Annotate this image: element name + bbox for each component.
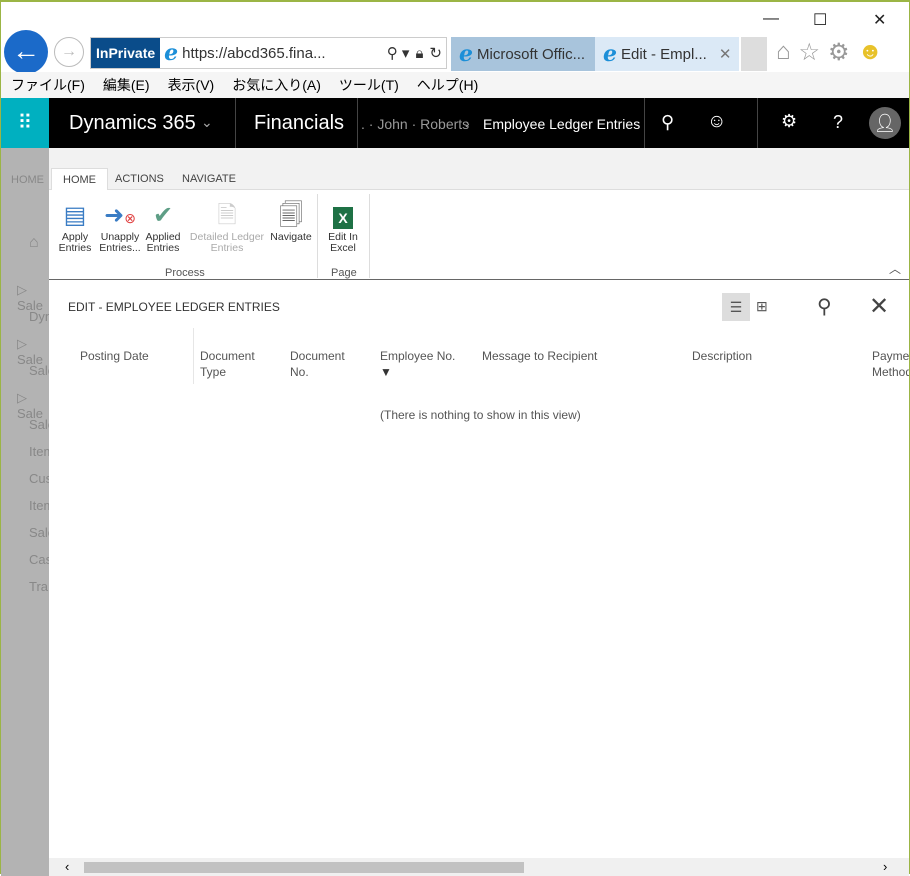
bg-tab: HOME	[11, 174, 44, 186]
user-avatar[interactable]: 👤︎	[869, 107, 901, 139]
column-employee-no[interactable]: Employee No. ▼	[380, 348, 455, 380]
tab-label: Microsoft Offic...	[477, 45, 586, 63]
settings-gear-icon[interactable]: ⚙	[781, 111, 797, 132]
tile-view-icon[interactable]: ⊞	[756, 298, 768, 315]
scroll-left-icon[interactable]: ‹	[65, 859, 69, 874]
list-view-icon[interactable]: ☰	[722, 293, 750, 321]
checkmark-icon: ✔	[152, 202, 174, 229]
column-description[interactable]: Description	[692, 348, 752, 364]
home-icon: ⌂	[29, 234, 39, 251]
search-icon[interactable]: ⚲	[661, 112, 674, 133]
maximize-button[interactable]: ☐	[813, 10, 827, 30]
top-nav-bar: ⠿ Dynamics 365 ⌄ Financials . · John · R…	[1, 98, 909, 148]
apply-entries-icon: ▤	[63, 202, 87, 229]
background-page: HOME ⌂ ▷ Sale Dyn ▷ Sale Sale ▷ Sale Sal…	[1, 148, 55, 876]
back-button[interactable]: ←	[4, 30, 48, 74]
help-icon[interactable]: ?	[833, 112, 843, 133]
ribbon-tabs: HOME ACTIONS NAVIGATE	[49, 148, 909, 190]
menu-tools[interactable]: ツール(T)	[339, 75, 399, 95]
group-page: Page	[331, 267, 357, 279]
bg-item: Tra	[29, 579, 49, 594]
ie-icon: e	[603, 41, 617, 67]
search-icon[interactable]: ⚲ ▾	[387, 44, 410, 62]
ie-icon: e	[459, 41, 473, 67]
column-document-no[interactable]: Document No.	[290, 348, 345, 380]
favorites-star-icon[interactable]: ☆	[799, 38, 821, 67]
tab-actions[interactable]: ACTIONS	[104, 168, 175, 190]
browser-tab-active[interactable]: e Edit - Empl... ✕	[595, 37, 739, 71]
refresh-icon[interactable]: ↻	[429, 44, 442, 62]
menu-bar: ファイル(F) 編集(E) 表示(V) お気に入り(A) ツール(T) ヘルプ(…	[1, 72, 909, 98]
feedback-smiley-icon[interactable]: ☺	[707, 111, 726, 133]
scroll-right-icon[interactable]: ›	[883, 859, 887, 874]
collapse-ribbon-icon[interactable]: ︿	[889, 260, 901, 277]
inprivate-badge: InPrivate	[91, 38, 161, 68]
filter-icon[interactable]: ▼	[380, 364, 455, 380]
menu-file[interactable]: ファイル(F)	[11, 75, 85, 95]
edit-dialog: HOME ACTIONS NAVIGATE ▤ Apply Entries ➜⊗ Un…	[49, 148, 909, 876]
detailed-ledger-entries-button[interactable]: 🗎 Detailed Ledger Entries	[187, 200, 267, 254]
column-payment-method[interactable]: PaymenMethod	[872, 348, 909, 380]
breadcrumb-current: Employee Ledger Entries	[483, 116, 641, 132]
new-tab-button[interactable]	[741, 37, 767, 71]
close-tab-icon[interactable]: ✕	[719, 45, 732, 63]
minimize-button[interactable]: —	[763, 10, 779, 28]
home-icon[interactable]: ⌂	[776, 38, 791, 67]
group-process: Process	[165, 267, 205, 279]
document-search-icon: 🗎	[217, 202, 237, 229]
column-message-to-recipient[interactable]: Message to Recipient	[482, 348, 597, 364]
scrollbar-thumb[interactable]	[84, 862, 524, 873]
close-window-button[interactable]: ✕	[873, 10, 886, 30]
gear-icon[interactable]: ⚙	[828, 38, 850, 67]
address-input[interactable]: https://abcd365.fina...	[182, 45, 387, 62]
smiley-icon[interactable]: ☻	[858, 38, 883, 67]
apply-entries-button[interactable]: ▤ Apply Entries	[57, 200, 93, 254]
menu-favorites[interactable]: お気に入り(A)	[232, 75, 321, 95]
column-document-type[interactable]: Document Type	[200, 348, 255, 380]
app-name[interactable]: Financials	[254, 112, 344, 135]
excel-icon: X	[333, 207, 353, 229]
unapply-entries-button[interactable]: ➜⊗ Unapply Entries...	[99, 200, 141, 254]
navigate-icon: 🗐	[279, 202, 303, 229]
tab-navigate[interactable]: NAVIGATE	[171, 168, 247, 190]
tab-home[interactable]: HOME	[51, 168, 108, 190]
breadcrumb-prev[interactable]: . · John · Roberts	[361, 116, 469, 132]
forward-button[interactable]: →	[54, 37, 84, 67]
app-launcher-icon[interactable]: ⠿	[1, 98, 49, 148]
tab-label: Edit - Empl...	[621, 45, 707, 63]
product-name[interactable]: Dynamics 365	[69, 112, 196, 135]
navigate-button[interactable]: 🗐 Navigate	[267, 200, 315, 243]
ribbon: ▤ Apply Entries ➜⊗ Unapply Entries... ✔ Appli…	[49, 190, 909, 280]
empty-message: (There is nothing to show in this view)	[380, 408, 581, 422]
address-bar[interactable]: InPrivate e https://abcd365.fina... ⚲ ▾ …	[90, 37, 447, 69]
menu-edit[interactable]: 編集(E)	[103, 75, 150, 95]
unapply-icon: ➜⊗	[104, 202, 136, 229]
edit-in-excel-button[interactable]: X Edit In Excel	[323, 200, 363, 254]
lock-icon[interactable]: 🔒︎	[415, 45, 423, 62]
search-icon[interactable]: ⚲	[817, 294, 832, 319]
breadcrumb-chevron-icon: ›	[465, 115, 470, 131]
page-title: EDIT - EMPLOYEE LEDGER ENTRIES	[68, 300, 280, 314]
browser-tab[interactable]: e Microsoft Offic...	[451, 37, 595, 71]
menu-view[interactable]: 表示(V)	[168, 75, 215, 95]
ie-icon: e	[164, 40, 179, 66]
horizontal-scrollbar[interactable]: ‹ ›	[49, 858, 909, 876]
menu-help[interactable]: ヘルプ(H)	[417, 75, 478, 95]
applied-entries-button[interactable]: ✔ Applied Entries	[145, 200, 181, 254]
column-posting-date[interactable]: Posting Date	[80, 348, 149, 364]
close-icon[interactable]: ✕	[869, 292, 889, 321]
chevron-down-icon[interactable]: ⌄	[201, 114, 213, 131]
